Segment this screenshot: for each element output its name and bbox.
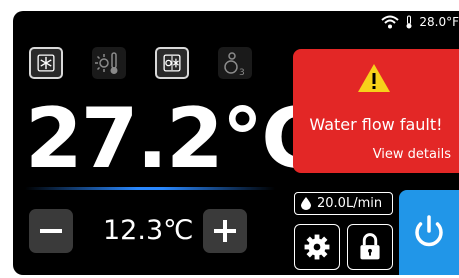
alarm-title: Water flow fault! bbox=[309, 115, 443, 134]
device-screen: 28.0°F 3 27.2°C 12.3℃ Water flow fault! … bbox=[13, 11, 459, 275]
increase-setpoint-button[interactable] bbox=[203, 209, 247, 253]
divider-glow bbox=[25, 187, 275, 190]
gear-icon bbox=[304, 234, 330, 260]
plus-icon bbox=[214, 220, 236, 242]
status-bar: 28.0°F bbox=[381, 11, 459, 33]
setpoint-value: 12.3℃ bbox=[103, 215, 194, 246]
thermometer-icon bbox=[406, 15, 412, 29]
view-details-link[interactable]: View details bbox=[373, 147, 451, 162]
status-temperature: 28.0°F bbox=[419, 15, 459, 29]
flow-rate-value: 20.0L/min bbox=[317, 196, 383, 211]
warning-icon bbox=[358, 64, 390, 92]
fan-speed-button[interactable]: 3 bbox=[218, 47, 252, 79]
cooling-mode-button[interactable] bbox=[29, 47, 63, 79]
snowflake-icon bbox=[37, 54, 55, 72]
lock-button[interactable] bbox=[347, 224, 393, 270]
decrease-setpoint-button[interactable] bbox=[29, 209, 73, 253]
sun-snow-icon bbox=[163, 54, 181, 72]
auto-mode-button[interactable] bbox=[155, 47, 189, 79]
wifi-icon bbox=[381, 15, 400, 29]
power-button[interactable] bbox=[399, 190, 459, 275]
water-drop-icon bbox=[301, 197, 311, 210]
settings-button[interactable] bbox=[294, 224, 340, 270]
power-icon bbox=[415, 215, 443, 247]
alarm-panel[interactable]: Water flow fault! View details bbox=[293, 49, 459, 173]
sun-thermometer-icon bbox=[95, 52, 118, 74]
current-temperature: 27.2°C bbox=[25, 90, 322, 187]
minus-icon bbox=[40, 229, 62, 233]
svg-text:3: 3 bbox=[239, 68, 245, 78]
lock-icon bbox=[360, 233, 380, 260]
fan-3-icon: 3 bbox=[224, 52, 245, 78]
flow-rate-badge: 20.0L/min bbox=[294, 192, 393, 215]
heating-mode-button[interactable] bbox=[92, 47, 126, 79]
